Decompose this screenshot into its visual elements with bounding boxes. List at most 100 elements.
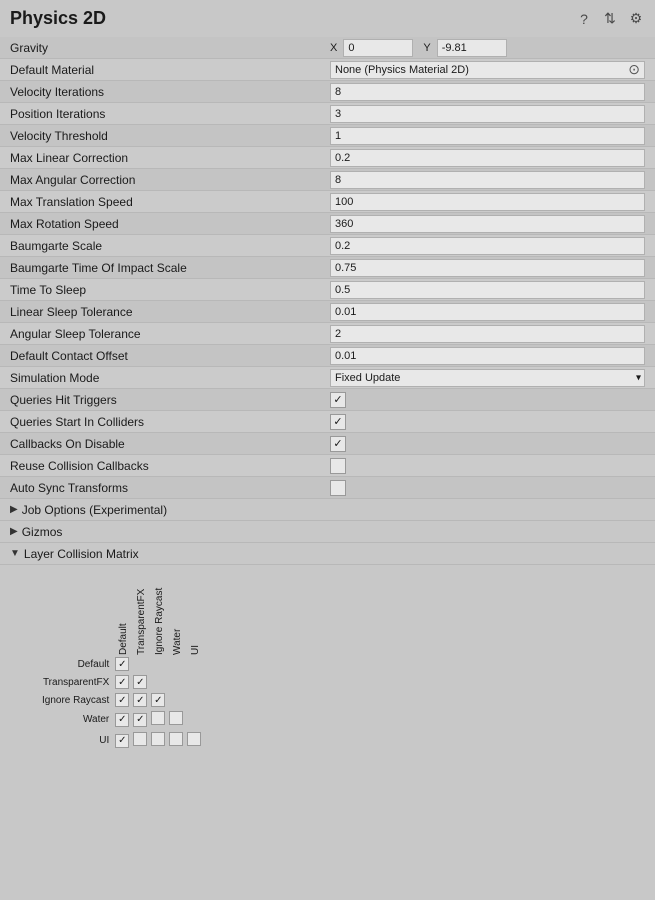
gravity-x-label: X <box>330 42 337 54</box>
matrix-checkbox[interactable] <box>115 657 129 671</box>
matrix-cell <box>149 673 167 691</box>
time-to-sleep-input[interactable] <box>330 281 645 299</box>
velocity-iterations-input[interactable] <box>330 83 645 101</box>
velocity-threshold-row: Velocity Threshold <box>0 125 655 147</box>
default-material-field[interactable]: None (Physics Material 2D) ⊙ <box>330 61 645 79</box>
default-material-value: None (Physics Material 2D) <box>335 64 469 76</box>
baumgarte-toi-row: Baumgarte Time Of Impact Scale <box>0 257 655 279</box>
linear-sleep-row: Linear Sleep Tolerance <box>0 301 655 323</box>
matrix-row: Ignore Raycast <box>40 691 203 709</box>
gravity-label: Gravity <box>10 41 330 55</box>
velocity-threshold-input[interactable] <box>330 127 645 145</box>
matrix-checkbox[interactable] <box>151 732 165 746</box>
max-rotation-speed-row: Max Rotation Speed <box>0 213 655 235</box>
matrix-cell <box>185 709 203 730</box>
angular-sleep-value-container <box>330 325 645 343</box>
max-linear-correction-input[interactable] <box>330 149 645 167</box>
matrix-checkbox[interactable] <box>115 734 129 748</box>
default-material-row: Default Material None (Physics Material … <box>0 59 655 81</box>
max-translation-speed-input[interactable] <box>330 193 645 211</box>
matrix-row-label: Water <box>40 709 113 730</box>
matrix-checkbox[interactable] <box>151 711 165 725</box>
reuse-callbacks-row: Reuse Collision Callbacks <box>0 455 655 477</box>
matrix-checkbox[interactable] <box>187 732 201 746</box>
callbacks-disable-label: Callbacks On Disable <box>10 437 330 451</box>
header-icons: ? ⇅ ⚙ <box>575 10 645 28</box>
queries-start-checkbox[interactable] <box>330 414 346 430</box>
matrix-cell <box>185 673 203 691</box>
matrix-checkbox[interactable] <box>133 713 147 727</box>
gear-icon[interactable]: ⚙ <box>627 10 645 28</box>
gizmos-foldout[interactable]: ▶ Gizmos <box>0 521 655 543</box>
matrix-row: UI <box>40 730 203 751</box>
presets-icon[interactable]: ⇅ <box>601 10 619 28</box>
auto-sync-checkbox[interactable] <box>330 480 346 496</box>
queries-hit-triggers-checkbox[interactable] <box>330 392 346 408</box>
layer-collision-foldout[interactable]: ▼ Layer Collision Matrix <box>0 543 655 565</box>
matrix-cell <box>167 691 185 709</box>
matrix-cell <box>113 673 131 691</box>
linear-sleep-input[interactable] <box>330 303 645 321</box>
reuse-callbacks-checkbox[interactable] <box>330 458 346 474</box>
matrix-cell <box>113 730 131 751</box>
angular-sleep-input[interactable] <box>330 325 645 343</box>
default-contact-input[interactable] <box>330 347 645 365</box>
simulation-mode-row: Simulation Mode Fixed Update Update Scri… <box>0 367 655 389</box>
gravity-x-input[interactable] <box>343 39 413 57</box>
callbacks-disable-checkbox[interactable] <box>330 436 346 452</box>
max-angular-correction-input[interactable] <box>330 171 645 189</box>
object-picker-icon[interactable]: ⊙ <box>628 61 640 78</box>
callbacks-disable-row: Callbacks On Disable <box>0 433 655 455</box>
time-to-sleep-label: Time To Sleep <box>10 283 330 297</box>
baumgarte-scale-value-container <box>330 237 645 255</box>
max-rotation-speed-value-container <box>330 215 645 233</box>
help-icon[interactable]: ? <box>575 10 593 28</box>
queries-hit-triggers-row: Queries Hit Triggers <box>0 389 655 411</box>
queries-hit-triggers-label: Queries Hit Triggers <box>10 393 330 407</box>
matrix-checkbox[interactable] <box>133 732 147 746</box>
matrix-checkbox[interactable] <box>169 732 183 746</box>
page-title: Physics 2D <box>10 8 106 29</box>
matrix-col-ui: UI <box>185 575 203 655</box>
matrix-checkbox[interactable] <box>169 711 183 725</box>
simulation-mode-value-container: Fixed Update Update Script ▾ <box>330 369 645 387</box>
baumgarte-toi-input[interactable] <box>330 259 645 277</box>
max-angular-correction-row: Max Angular Correction <box>0 169 655 191</box>
matrix-checkbox[interactable] <box>115 713 129 727</box>
matrix-col-default: Default <box>113 575 131 655</box>
matrix-table: Default TransparentFX Ignore Raycast Wat… <box>40 575 203 751</box>
matrix-cell <box>167 709 185 730</box>
matrix-checkbox[interactable] <box>133 675 147 689</box>
matrix-cell <box>185 655 203 673</box>
matrix-row: TransparentFX <box>40 673 203 691</box>
matrix-empty-header <box>40 575 113 655</box>
matrix-cell <box>131 655 149 673</box>
matrix-checkbox[interactable] <box>115 675 129 689</box>
matrix-cell <box>149 655 167 673</box>
queries-start-label: Queries Start In Colliders <box>10 415 330 429</box>
matrix-checkbox[interactable] <box>133 693 147 707</box>
job-options-foldout[interactable]: ▶ Job Options (Experimental) <box>0 499 655 521</box>
velocity-iterations-row: Velocity Iterations <box>0 81 655 103</box>
velocity-threshold-label: Velocity Threshold <box>10 129 330 143</box>
baumgarte-scale-input[interactable] <box>330 237 645 255</box>
simulation-mode-select[interactable]: Fixed Update Update Script <box>330 369 645 387</box>
matrix-row: Default <box>40 655 203 673</box>
matrix-checkbox[interactable] <box>115 693 129 707</box>
queries-hit-triggers-value <box>330 392 645 408</box>
position-iterations-input[interactable] <box>330 105 645 123</box>
queries-start-row: Queries Start In Colliders <box>0 411 655 433</box>
position-iterations-value-container <box>330 105 645 123</box>
gravity-y-input[interactable] <box>437 39 507 57</box>
time-to-sleep-value-container <box>330 281 645 299</box>
matrix-checkbox[interactable] <box>151 693 165 707</box>
matrix-cell <box>113 691 131 709</box>
max-rotation-speed-input[interactable] <box>330 215 645 233</box>
matrix-cell <box>167 655 185 673</box>
position-iterations-row: Position Iterations <box>0 103 655 125</box>
matrix-row-label: UI <box>40 730 113 751</box>
linear-sleep-value-container <box>330 303 645 321</box>
gravity-row: Gravity X Y <box>0 37 655 59</box>
default-contact-label: Default Contact Offset <box>10 349 330 363</box>
matrix-row-label: Ignore Raycast <box>40 691 113 709</box>
